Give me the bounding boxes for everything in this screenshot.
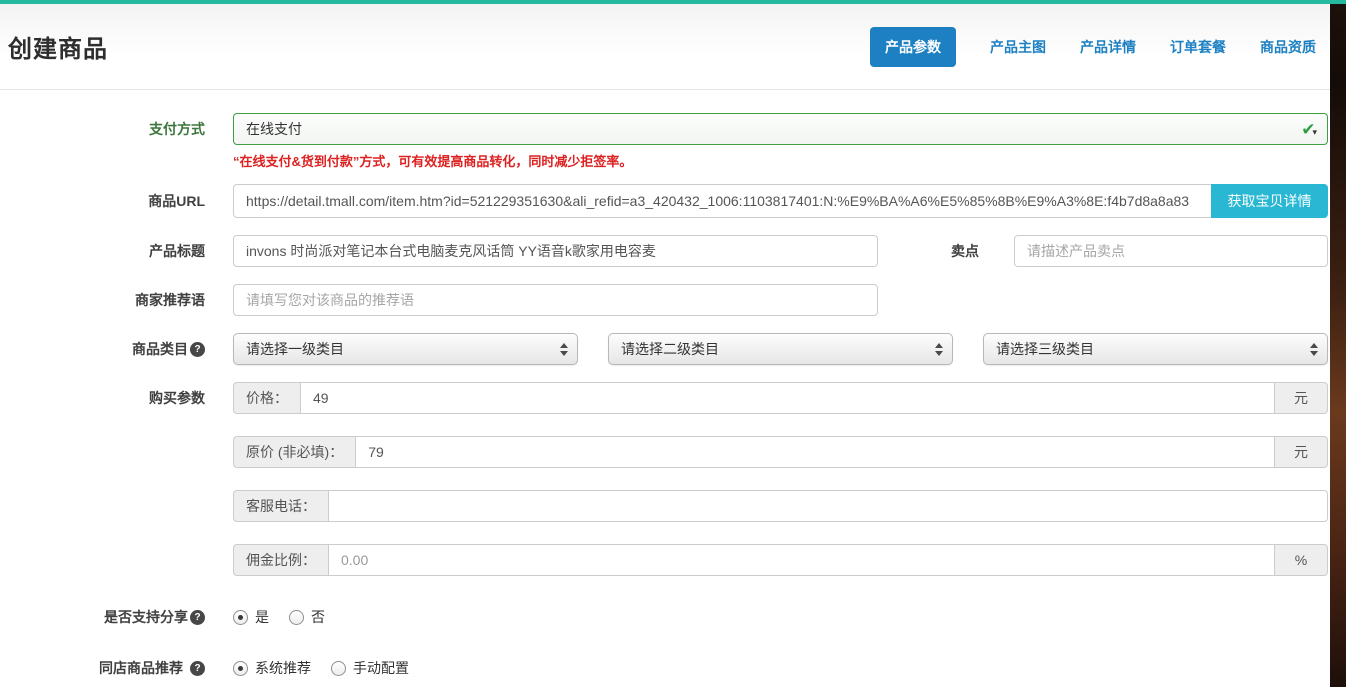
top-accent-bar — [0, 0, 1346, 4]
price-prefix: 价格： — [233, 382, 300, 414]
original-price-input[interactable] — [355, 436, 1275, 468]
share-option-yes[interactable]: 是 — [233, 607, 269, 627]
payment-method-value: 在线支付 — [246, 119, 302, 139]
row-category: 商品类目? 请选择一级类目 请选择二级类目 请选择三级类目 — [0, 333, 1330, 365]
service-phone-prefix: 客服电话： — [233, 490, 328, 522]
product-url-input[interactable] — [233, 184, 1211, 218]
row-product-title: 产品标题 卖点 — [0, 235, 1330, 267]
tab-product-main-image[interactable]: 产品主图 — [990, 37, 1046, 57]
create-product-page: 创建商品 产品参数 产品主图 产品详情 订单套餐 商品资质 支付方式 在线支付 … — [0, 4, 1330, 687]
product-url-label: 商品URL — [0, 191, 205, 211]
row-share-support: 是否支持分享? 是 否 — [0, 607, 1330, 627]
radio-checked-icon — [233, 610, 248, 625]
page-title: 创建商品 — [8, 29, 108, 64]
tab-product-qualification[interactable]: 商品资质 — [1260, 37, 1316, 57]
selling-point-label: 卖点 — [951, 241, 979, 261]
same-store-help-icon[interactable]: ? — [190, 661, 205, 676]
select-stepper-icon — [935, 343, 943, 356]
service-phone-input[interactable] — [328, 490, 1328, 522]
same-store-option-system[interactable]: 系统推荐 — [233, 658, 311, 678]
row-product-url: 商品URL 获取宝贝详情 — [0, 184, 1330, 218]
row-recommendation: 商家推荐语 — [0, 284, 1330, 316]
recommendation-label: 商家推荐语 — [0, 290, 205, 310]
recommendation-input[interactable] — [233, 284, 878, 316]
select-stepper-icon — [560, 343, 568, 356]
selling-point-input[interactable] — [1014, 235, 1328, 267]
share-support-label: 是否支持分享? — [0, 607, 205, 627]
share-help-icon[interactable]: ? — [190, 610, 205, 625]
product-title-label: 产品标题 — [0, 241, 205, 261]
success-check-icon: ✔▾ — [1301, 121, 1317, 138]
share-option-no[interactable]: 否 — [289, 607, 325, 627]
payment-method-select[interactable]: 在线支付 ✔▾ — [233, 113, 1328, 145]
tab-order-package[interactable]: 订单套餐 — [1170, 37, 1226, 57]
purchase-params-label: 购买参数 — [0, 388, 205, 408]
page-header: 创建商品 产品参数 产品主图 产品详情 订单套餐 商品资质 — [0, 4, 1330, 90]
payment-hint-text: “在线支付&货到付款”方式，可有效提高商品转化，同时减少拒签率。 — [233, 151, 1330, 170]
radio-unchecked-icon — [331, 661, 346, 676]
category-level3-select[interactable]: 请选择三级类目 — [983, 333, 1328, 365]
row-payment-method: 支付方式 在线支付 ✔▾ — [0, 113, 1330, 145]
same-store-option-manual[interactable]: 手动配置 — [331, 658, 409, 678]
original-price-unit: 元 — [1275, 436, 1328, 468]
price-input[interactable] — [300, 382, 1275, 414]
category-help-icon[interactable]: ? — [190, 342, 205, 357]
commission-rate-unit: % — [1275, 544, 1328, 576]
category-level1-select[interactable]: 请选择一级类目 — [233, 333, 578, 365]
row-service-phone: 客服电话： — [0, 490, 1330, 522]
category-level2-select[interactable]: 请选择二级类目 — [608, 333, 953, 365]
row-original-price: 原价 (非必填)： 元 — [0, 436, 1330, 468]
radio-unchecked-icon — [289, 610, 304, 625]
commission-rate-prefix: 佣金比例： — [233, 544, 328, 576]
section-tabs: 产品参数 产品主图 产品详情 订单套餐 商品资质 — [870, 27, 1316, 67]
row-same-store-recommend: 同店商品推荐? 系统推荐 手动配置 — [0, 658, 1330, 678]
row-price: 购买参数 价格： 元 — [0, 382, 1330, 414]
payment-method-label: 支付方式 — [0, 119, 205, 139]
original-price-prefix: 原价 (非必填)： — [233, 436, 355, 468]
select-stepper-icon — [1310, 343, 1318, 356]
tab-product-params[interactable]: 产品参数 — [870, 27, 956, 67]
row-commission-rate: 佣金比例： % — [0, 544, 1330, 576]
fetch-item-details-button[interactable]: 获取宝贝详情 — [1211, 184, 1328, 218]
category-label: 商品类目? — [0, 339, 205, 359]
tab-product-detail[interactable]: 产品详情 — [1080, 37, 1136, 57]
commission-rate-input[interactable] — [328, 544, 1275, 576]
radio-checked-icon — [233, 661, 248, 676]
product-form: 支付方式 在线支付 ✔▾ “在线支付&货到付款”方式，可有效提高商品转化，同时减… — [0, 90, 1330, 678]
price-unit: 元 — [1275, 382, 1328, 414]
product-title-input[interactable] — [233, 235, 878, 267]
same-store-recommend-label: 同店商品推荐? — [0, 658, 205, 678]
